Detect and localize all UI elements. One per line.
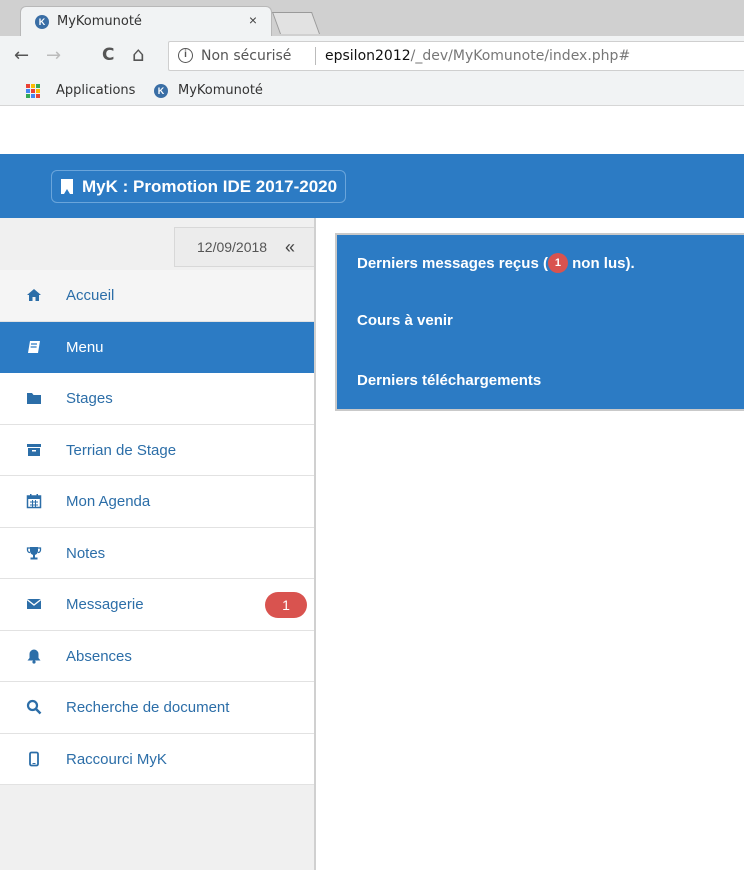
sidebar-item-label: Messagerie — [66, 596, 144, 613]
brand-label: MyK : Promotion IDE 2017-2020 — [82, 177, 338, 196]
home-icon — [27, 289, 41, 301]
sidebar-item-label: Accueil — [66, 287, 115, 304]
recent-downloads-link[interactable]: Derniers téléchargements — [357, 372, 541, 389]
sidebar-item-label: Stages — [66, 390, 113, 407]
unread-badge: 1 — [265, 592, 307, 618]
app-header: MyK : Promotion IDE 2017-2020 — [0, 154, 744, 218]
sidebar-item-label: Mon Agenda — [66, 493, 151, 510]
search-icon — [26, 699, 42, 715]
sidebar-item-recherche-de-document[interactable]: Recherche de document — [0, 682, 314, 734]
sidebar-item-menu[interactable]: Menu — [0, 321, 314, 373]
sidebar-item-label: Absences — [66, 647, 132, 665]
trophy-icon — [26, 546, 42, 559]
dashboard-panel: Derniers messages reçus (1 non lus). Cou… — [335, 233, 744, 411]
apps-grid-icon[interactable] — [26, 84, 40, 98]
sidebar-item-label: Recherche de document — [66, 699, 230, 716]
book-icon — [28, 340, 40, 353]
upcoming-courses-link[interactable]: Cours à venir — [357, 312, 453, 329]
sidebar-divider — [314, 218, 316, 870]
collapse-sidebar-icon[interactable]: « — [285, 228, 295, 266]
back-icon[interactable]: ← — [14, 45, 29, 66]
sidebar-date: 12/09/2018 « — [174, 227, 314, 267]
reload-icon[interactable]: C — [102, 45, 114, 65]
sidebar-item-mon-agenda[interactable]: Mon Agenda — [0, 476, 314, 528]
calendar-icon — [26, 494, 42, 509]
sidebar-item-raccourci-myk[interactable]: Raccourci MyK — [0, 733, 314, 785]
bookmark-icon — [61, 179, 73, 194]
sidebar-item-notes[interactable]: Notes — [0, 527, 314, 579]
mobile-icon — [29, 751, 39, 766]
envelope-icon — [26, 598, 42, 609]
browser-tab[interactable]: K MyKomunoté × — [20, 6, 272, 36]
url-text[interactable]: epsilon2012/_dev/MyKomunote/index.php# — [325, 48, 630, 64]
security-label: Non sécurisé — [201, 48, 292, 64]
sidebar-item-label: Terrian de Stage — [66, 441, 177, 459]
bookmark-applications[interactable]: Applications — [56, 83, 135, 98]
sidebar-menu: Accueil Menu Stages Terrian de Stage Mon… — [0, 270, 314, 785]
mykomunote-favicon-icon: K — [154, 84, 168, 98]
archive-icon — [27, 443, 41, 456]
bookmarks-bar: Applications K MyKomunoté — [0, 76, 744, 106]
mykomunote-favicon-icon: K — [35, 15, 49, 29]
omnibox-divider — [315, 47, 316, 65]
close-icon[interactable]: × — [249, 12, 257, 28]
sidebar-item-accueil[interactable]: Accueil — [0, 270, 314, 322]
brand-title[interactable]: MyK : Promotion IDE 2017-2020 — [51, 170, 347, 203]
bell-icon — [27, 649, 41, 664]
sidebar-item-absences[interactable]: Absences — [0, 630, 314, 682]
browser-tab-strip: K MyKomunoté × — [0, 0, 744, 36]
address-bar[interactable]: i Non sécurisé epsilon2012/_dev/MyKomuno… — [168, 41, 744, 71]
sidebar-item-messagerie[interactable]: Messagerie 1 — [0, 579, 314, 631]
tab-title: MyKomunoté — [57, 14, 142, 29]
info-icon[interactable]: i — [178, 48, 193, 63]
forward-icon[interactable]: → — [46, 45, 61, 66]
sidebar-item-label: Notes — [66, 544, 106, 562]
sidebar-item-label: Raccourci MyK — [66, 750, 167, 768]
folder-icon — [27, 393, 41, 404]
new-tab-button[interactable] — [271, 12, 321, 34]
sidebar: 12/09/2018 « Accueil Menu Stages Terrian… — [0, 218, 314, 870]
home-icon[interactable]: ⌂ — [132, 42, 145, 66]
sidebar-item-terrain-de-stage[interactable]: Terrian de Stage — [0, 424, 314, 476]
sidebar-item-stages[interactable]: Stages — [0, 373, 314, 425]
unread-messages-badge: 1 — [547, 252, 568, 273]
bookmark-mykomunote[interactable]: MyKomunoté — [178, 83, 263, 98]
recent-messages-link[interactable]: Derniers messages reçus (1 non lus). — [357, 252, 635, 273]
sidebar-item-label: Menu — [66, 338, 104, 356]
browser-toolbar: ← → C ⌂ i Non sécurisé epsilon2012/_dev/… — [0, 36, 744, 76]
date-label: 12/09/2018 — [197, 239, 268, 255]
